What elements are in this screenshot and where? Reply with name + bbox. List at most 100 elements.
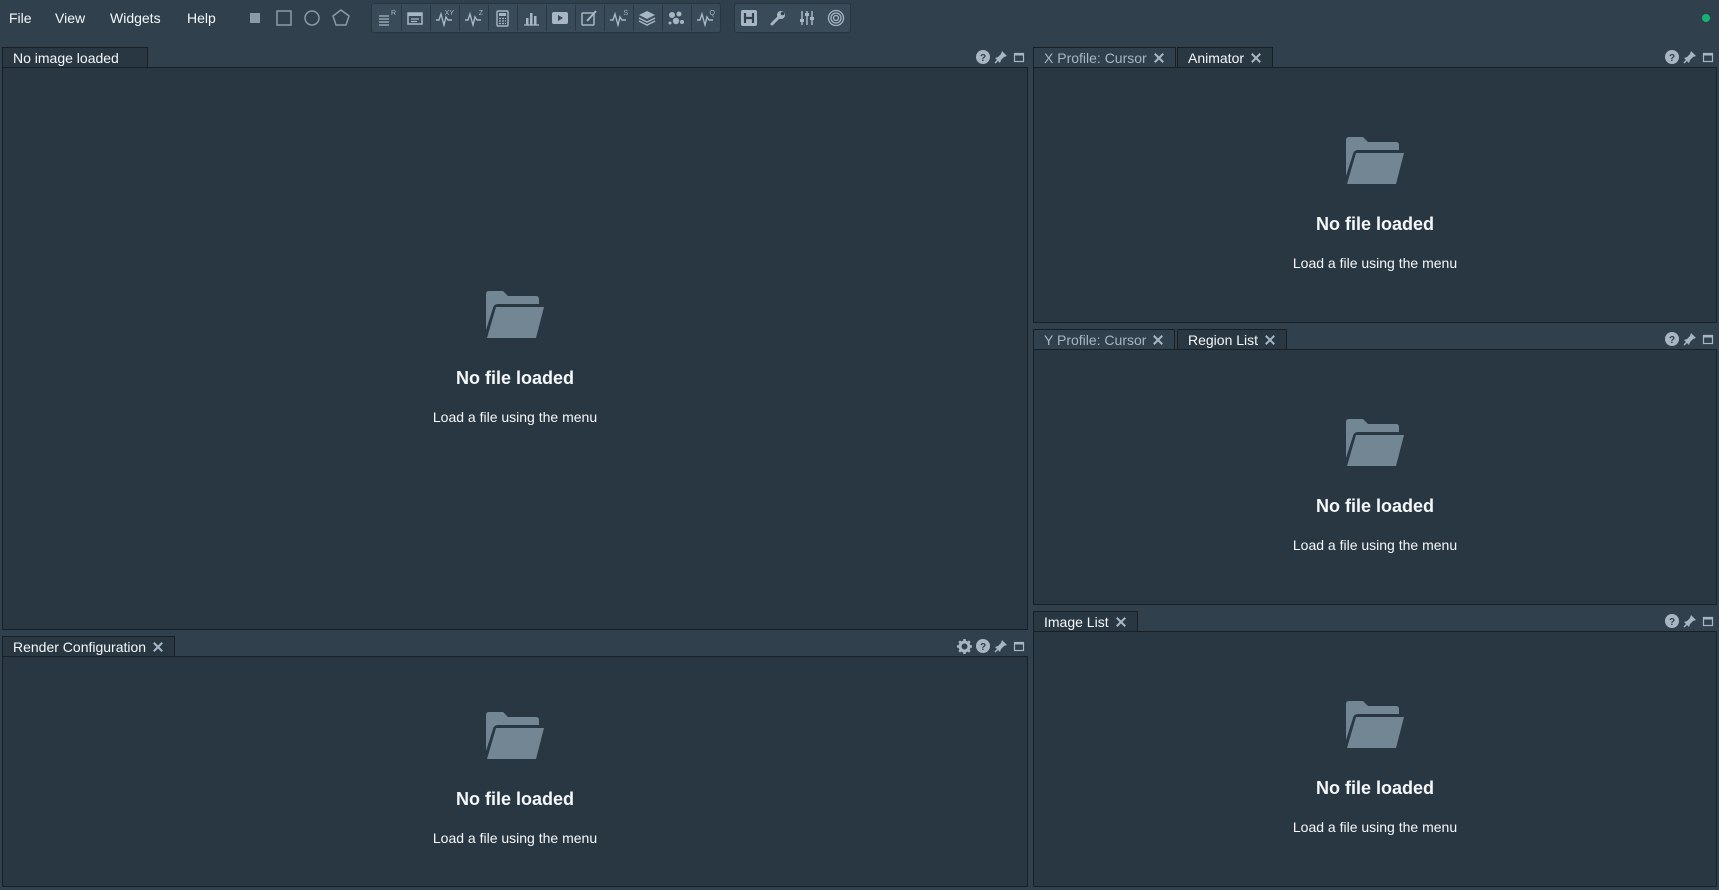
empty-state: No file loaded Load a file using the men…: [1034, 418, 1716, 553]
maximize-icon[interactable]: [1011, 50, 1026, 65]
empty-title: No file loaded: [1315, 778, 1434, 798]
pin-icon[interactable]: [993, 50, 1008, 65]
tab-region-list[interactable]: Region List: [1177, 329, 1288, 349]
polygon-region-icon[interactable]: [332, 9, 350, 27]
image-list-icon[interactable]: [401, 3, 430, 33]
connection-status-indicator: [1702, 14, 1710, 22]
help-icon[interactable]: ?: [975, 50, 990, 65]
profile-animator-panel: X Profile: Cursor Animator ? No file loa…: [1033, 45, 1717, 323]
svg-text:?: ?: [1668, 53, 1674, 64]
profile-region-panel: Y Profile: Cursor Region List ? No file …: [1033, 327, 1717, 605]
empty-title: No file loaded: [455, 789, 574, 809]
empty-subtitle: Load a file using the menu: [1292, 255, 1458, 271]
empty-state: No file loaded Load a file using the men…: [1034, 136, 1716, 271]
rectangle-region-icon[interactable]: [275, 9, 293, 27]
image-view-panel: No image loaded ? No file loaded Load a …: [2, 45, 1028, 630]
close-icon[interactable]: [1153, 52, 1165, 64]
close-icon[interactable]: [1250, 52, 1262, 64]
tab-label: Animator: [1188, 50, 1245, 66]
maximize-icon[interactable]: [1011, 639, 1026, 654]
tab-y-profile-cursor[interactable]: Y Profile: Cursor: [1033, 329, 1176, 349]
menu-widgets[interactable]: Widgets: [110, 0, 161, 36]
menu-help[interactable]: Help: [187, 0, 216, 36]
image-view-body: No file loaded Load a file using the men…: [2, 67, 1028, 630]
wrench-icon[interactable]: [763, 3, 792, 33]
tab-label: No image loaded: [13, 50, 119, 66]
animator-body: No file loaded Load a file using the men…: [1033, 67, 1717, 323]
pin-icon[interactable]: [1682, 332, 1697, 347]
help-icon[interactable]: ?: [1664, 332, 1679, 347]
svg-text:S: S: [623, 10, 628, 17]
tab-label: Region List: [1188, 332, 1259, 348]
empty-state: No file loaded Load a file using the men…: [3, 290, 1027, 425]
z-profile-icon[interactable]: Z: [459, 3, 488, 33]
empty-state: No file loaded Load a file using the men…: [1034, 700, 1716, 835]
svg-text:?: ?: [979, 642, 985, 653]
catalog-icon[interactable]: [662, 3, 691, 33]
gear-icon[interactable]: [957, 638, 972, 654]
empty-state: No file loaded Load a file using the men…: [3, 711, 1027, 846]
header-icon[interactable]: [734, 3, 763, 33]
histogram-icon[interactable]: [517, 3, 546, 33]
calculator-icon[interactable]: [488, 3, 517, 33]
spectral-profiler-icon[interactable]: S: [604, 3, 633, 33]
tab-label: Image List: [1044, 614, 1109, 630]
svg-text:Q: Q: [710, 10, 715, 17]
empty-subtitle: Load a file using the menu: [432, 830, 598, 846]
empty-subtitle: Load a file using the menu: [432, 409, 598, 425]
close-icon[interactable]: [1152, 334, 1164, 346]
tab-label: Render Configuration: [13, 639, 147, 655]
folder-open-icon: [1346, 137, 1404, 184]
layers-icon[interactable]: [633, 3, 662, 33]
sliders-icon[interactable]: [792, 3, 821, 33]
empty-subtitle: Load a file using the menu: [1292, 537, 1458, 553]
region-list-body: No file loaded Load a file using the men…: [1033, 349, 1717, 605]
help-icon[interactable]: ?: [1664, 614, 1679, 629]
stokes-icon[interactable]: Q: [691, 3, 720, 33]
tab-image-view[interactable]: No image loaded: [2, 47, 148, 67]
image-list-body: No file loaded Load a file using the men…: [1033, 631, 1717, 887]
svg-text:?: ?: [1668, 617, 1674, 628]
folder-open-icon: [1346, 701, 1404, 748]
menu-file[interactable]: File: [9, 0, 32, 36]
pin-icon[interactable]: [1682, 614, 1697, 629]
maximize-icon[interactable]: [1700, 50, 1715, 65]
tab-x-profile-cursor[interactable]: X Profile: Cursor: [1033, 47, 1176, 67]
svg-text:R: R: [391, 10, 396, 17]
close-icon[interactable]: [152, 641, 164, 653]
rings-icon[interactable]: [821, 3, 850, 33]
top-toolbar: File View Widgets Help R XY Z S Q: [0, 0, 1719, 36]
tab-animator[interactable]: Animator: [1177, 47, 1274, 67]
image-list-panel: Image List ? No file loaded Load a file …: [1033, 609, 1717, 887]
xy-profile-icon[interactable]: XY: [430, 3, 459, 33]
tab-label: X Profile: Cursor: [1044, 50, 1147, 66]
tab-image-list[interactable]: Image List: [1033, 611, 1138, 631]
folder-open-icon: [486, 712, 544, 759]
help-icon[interactable]: ?: [975, 639, 990, 654]
animator-icon[interactable]: [546, 3, 575, 33]
menu-view[interactable]: View: [55, 0, 85, 36]
tab-label: Y Profile: Cursor: [1044, 332, 1147, 348]
empty-subtitle: Load a file using the menu: [1292, 819, 1458, 835]
render-config-panel: Render Configuration ? No file loaded Lo…: [2, 634, 1028, 887]
empty-title: No file loaded: [455, 368, 574, 388]
svg-text:Z: Z: [479, 10, 483, 17]
empty-title: No file loaded: [1315, 214, 1434, 234]
log-icon[interactable]: [575, 3, 604, 33]
maximize-icon[interactable]: [1700, 614, 1715, 629]
square-point-icon[interactable]: [246, 9, 264, 27]
close-icon[interactable]: [1264, 334, 1276, 346]
pin-icon[interactable]: [993, 639, 1008, 654]
tab-render-configuration[interactable]: Render Configuration: [2, 636, 176, 656]
ellipse-region-icon[interactable]: [303, 9, 321, 27]
svg-text:XY: XY: [445, 10, 454, 17]
close-icon[interactable]: [1115, 616, 1127, 628]
pin-icon[interactable]: [1682, 50, 1697, 65]
empty-title: No file loaded: [1315, 496, 1434, 516]
svg-text:?: ?: [979, 53, 985, 64]
folder-open-icon: [1346, 419, 1404, 466]
maximize-icon[interactable]: [1700, 332, 1715, 347]
region-list-icon[interactable]: R: [372, 3, 401, 33]
folder-open-icon: [486, 291, 544, 338]
help-icon[interactable]: ?: [1664, 50, 1679, 65]
